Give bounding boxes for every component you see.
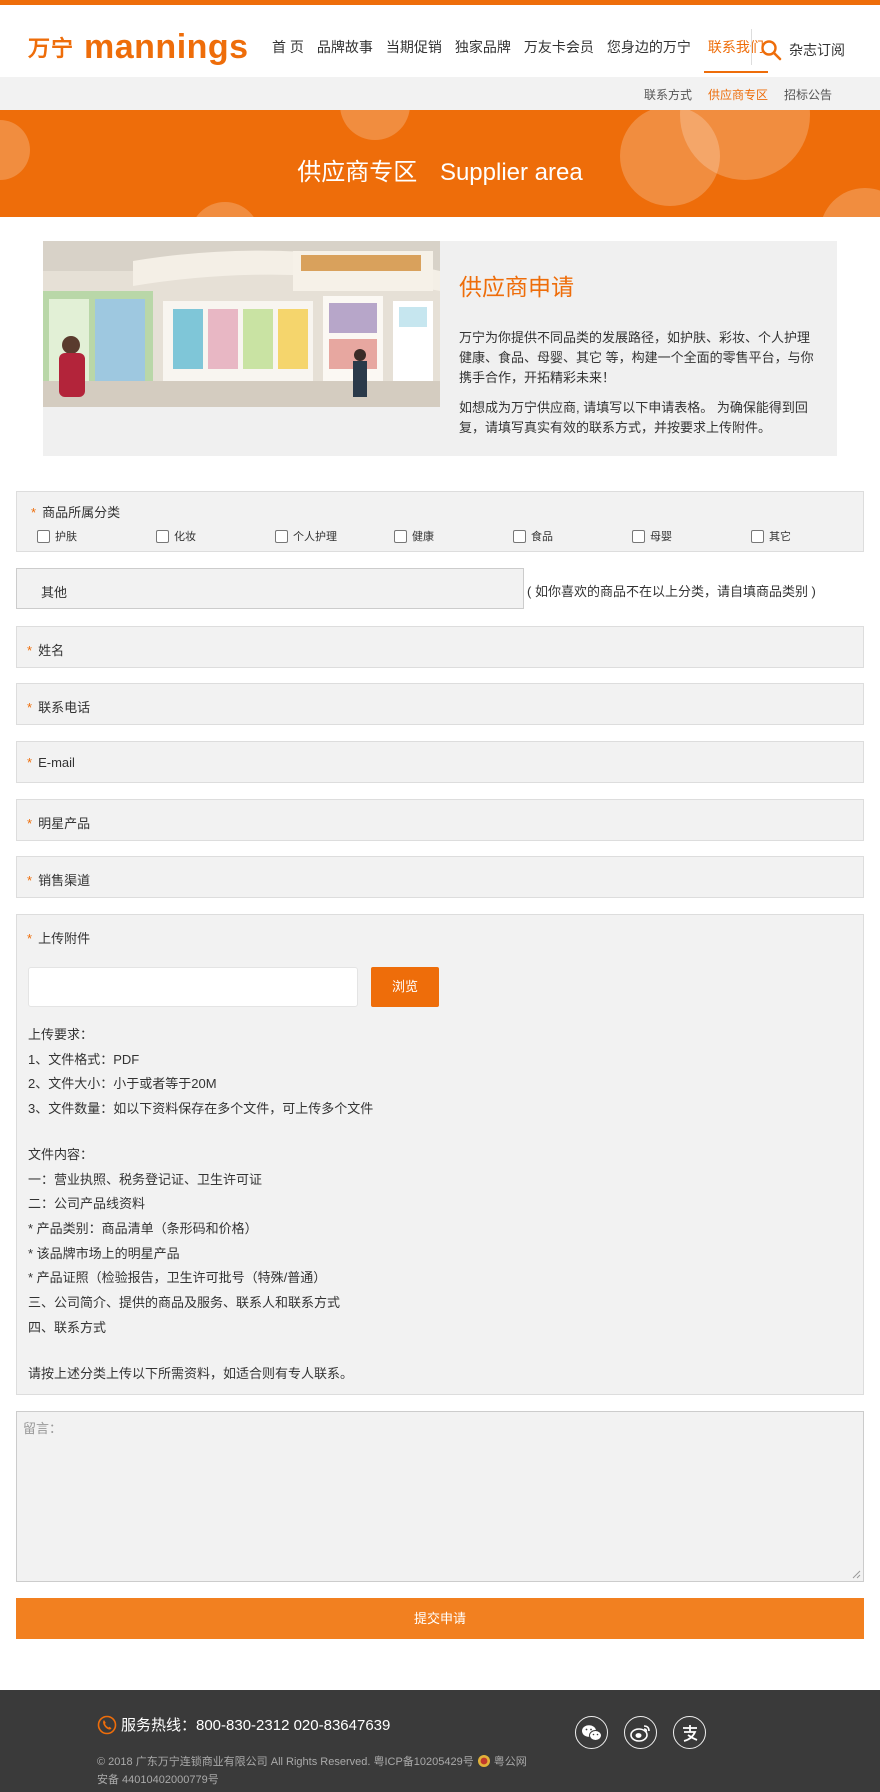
decor-circle (820, 188, 880, 217)
checkbox[interactable] (275, 529, 288, 543)
file-contents-item: 一：营业执照、税务登记证、卫生许可证 (28, 1172, 263, 1187)
email-field[interactable]: * E-mail (16, 741, 864, 783)
checkbox[interactable] (37, 529, 50, 543)
category-label: * 商品所属分类 (31, 505, 121, 520)
phone-icon (97, 1715, 117, 1734)
file-path-input[interactable] (28, 967, 358, 1007)
checkbox[interactable] (394, 529, 407, 543)
nav-item-store-locator[interactable]: 您身边的万宁 (607, 37, 691, 73)
nav-item-promotions[interactable]: 当期促销 (386, 37, 442, 73)
intro-paragraph-1: 万宁为你提供不同品类的发展路径，如护肤、彩妆、个人护理健康、食品、母婴、其它 等… (459, 330, 814, 385)
subnav-item-contact[interactable]: 联系方式 (644, 86, 692, 103)
police-record-text[interactable]: 粤公网 (494, 1753, 527, 1769)
file-contents-title: 文件内容： (28, 1147, 94, 1162)
decor-circle (340, 110, 410, 140)
main-nav: 首 页 品牌故事 当期促销 独家品牌 万友卡会员 您身边的万宁 联系我们 (272, 37, 781, 73)
banner-title-cn: 供应商专区 (297, 159, 418, 186)
category-health[interactable]: 健康 (394, 528, 513, 544)
category-makeup[interactable]: 化妆 (156, 528, 275, 544)
supplier-intro: 供应商申请 万宁为你提供不同品类的发展路径，如护肤、彩妆、个人护理健康、食品、母… (43, 241, 837, 456)
other-category-note: ( 如你喜欢的商品不在以上分类，请自填商品类别 ) (527, 584, 816, 599)
category-baby[interactable]: 母婴 (632, 528, 751, 544)
subnav-item-supplier[interactable]: 供应商专区 (708, 86, 768, 103)
intro-paragraph-2: 如想成为万宁供应商, 请填写以下申请表格。 为确保能得到回复，请填写真实有效的联… (459, 400, 808, 435)
nav-divider (751, 29, 752, 65)
checkbox[interactable] (513, 529, 526, 543)
checkbox[interactable] (751, 529, 764, 543)
site-footer: 服务热线：800-830-2312 020-83647639 © 2018 广东… (0, 1690, 880, 1792)
hotline: 服务热线：800-830-2312 020-83647639 (97, 1714, 390, 1735)
police-badge-icon (477, 1755, 490, 1767)
file-contents-item: 四、联系方式 (28, 1320, 107, 1335)
weibo-icon[interactable] (624, 1716, 657, 1749)
copyright-text: © 2018 广东万宁连锁商业有限公司 All Rights Reserved.… (97, 1756, 474, 1768)
category-other[interactable]: 其它 (751, 528, 870, 544)
file-contents-item: * 产品类别：商品清单（条形码和价格） (28, 1221, 258, 1236)
store-photo (43, 241, 440, 407)
file-contents-item: 三、公司简介、提供的商品及服务、联系人和联系方式 (28, 1295, 341, 1310)
category-group: * 商品所属分类 护肤 化妆 个人护理 健康 食品 母婴 其它 (16, 491, 864, 552)
brand-logo[interactable]: 万宁 mannings (28, 29, 249, 65)
category-checkboxes: 护肤 化妆 个人护理 健康 食品 母婴 其它 (37, 528, 870, 544)
category-skincare[interactable]: 护肤 (37, 528, 156, 544)
alipay-icon[interactable] (673, 1716, 706, 1749)
file-contents-item: * 产品证照（检验报告，卫生许可批号（特殊/普通） (28, 1270, 327, 1285)
nav-item-home[interactable]: 首 页 (272, 37, 304, 73)
file-contents-item: * 该品牌市场上的明星产品 (28, 1246, 180, 1261)
required-mark: * (31, 505, 37, 520)
nav-item-membership[interactable]: 万友卡会员 (524, 37, 594, 73)
upload-requirements-title: 上传要求： (28, 1027, 94, 1042)
message-placeholder: 留言： (23, 1421, 63, 1436)
magazine-subscribe-link[interactable]: 杂志订阅 (789, 40, 845, 60)
nav-item-exclusive-brands[interactable]: 独家品牌 (455, 37, 511, 73)
banner-title: 供应商专区 Supplier area (0, 152, 880, 187)
wechat-icon[interactable] (575, 1716, 608, 1749)
intro-title: 供应商申请 (459, 274, 574, 300)
closing-note: 请按上述分类上传以下所需资料，如适合则有专人联系。 (28, 1366, 354, 1381)
copyright: © 2018 广东万宁连锁商业有限公司 All Rights Reserved.… (97, 1753, 527, 1769)
sub-nav: 联系方式 供应商专区 招标公告 (0, 77, 880, 110)
checkbox[interactable] (632, 529, 645, 543)
email-label: * E-mail (27, 755, 75, 770)
upload-section: * 上传附件 浏览 上传要求： 1、文件格式：PDF 2、文件大小：小于或者等于2… (16, 914, 864, 1395)
site-header: 万宁 mannings 首 页 品牌故事 当期促销 独家品牌 万友卡会员 您身边… (0, 5, 880, 77)
banner-title-en: Supplier area (439, 159, 583, 186)
other-placeholder: 其他 (41, 585, 68, 600)
sales-channel-label: * 销售渠道 (27, 873, 91, 888)
page-banner: 供应商专区 Supplier area (0, 110, 880, 217)
file-contents-item: 二：公司产品线资料 (28, 1196, 146, 1211)
search-icon[interactable] (760, 39, 782, 61)
upload-requirement-item: 3、文件数量：如以下资料保存在多个文件，可上传多个文件 (28, 1101, 374, 1116)
phone-field[interactable]: * 联系电话 (16, 683, 864, 725)
category-food[interactable]: 食品 (513, 528, 632, 544)
nav-item-brand-story[interactable]: 品牌故事 (317, 37, 373, 73)
star-product-field[interactable]: * 明星产品 (16, 799, 864, 841)
hotline-text: 服务热线：800-830-2312 020-83647639 (121, 1717, 391, 1734)
checkbox[interactable] (156, 529, 169, 543)
submit-button[interactable]: 提交申请 (16, 1598, 864, 1639)
logo-en-text: mannings (84, 28, 249, 66)
decor-circle (190, 202, 260, 217)
nav-item-contact-us[interactable]: 联系我们 (703, 37, 768, 73)
name-label: * 姓名 (27, 643, 65, 658)
message-textarea[interactable]: 留言： (16, 1411, 864, 1582)
upload-requirement-item: 1、文件格式：PDF (28, 1052, 140, 1067)
record-number: 安备 44010402000779号 (97, 1774, 219, 1786)
upload-requirement-item: 2、文件大小：小于或者等于20M (28, 1076, 217, 1091)
logo-cn-text: 万宁 (28, 36, 75, 61)
name-field[interactable]: * 姓名 (16, 626, 864, 668)
phone-label: * 联系电话 (27, 700, 91, 715)
star-product-label: * 明星产品 (27, 816, 91, 831)
resize-handle-icon[interactable] (852, 1570, 861, 1579)
other-category-input[interactable]: 其他 (16, 568, 524, 609)
category-personal-care[interactable]: 个人护理 (275, 528, 394, 544)
upload-label: * 上传附件 (27, 931, 91, 946)
subnav-item-tender[interactable]: 招标公告 (784, 86, 832, 103)
browse-button[interactable]: 浏览 (371, 967, 439, 1007)
sales-channel-field[interactable]: * 销售渠道 (16, 856, 864, 898)
